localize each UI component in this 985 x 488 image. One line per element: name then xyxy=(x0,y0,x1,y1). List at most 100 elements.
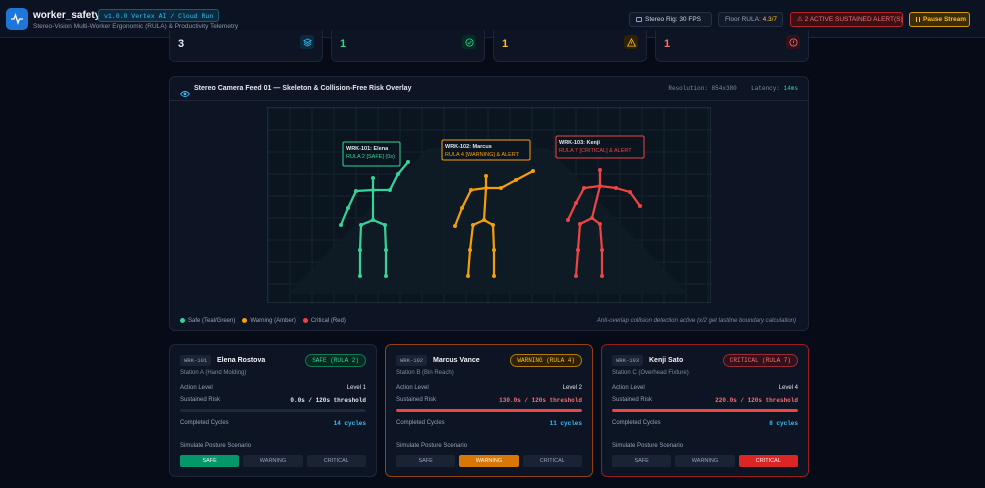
skeleton-joint xyxy=(600,274,604,278)
scenario-safe-button[interactable]: SAFE xyxy=(612,455,672,467)
scenario-warning-button[interactable]: WARNING xyxy=(243,455,303,467)
skeleton-joint xyxy=(466,274,470,278)
skeleton-joint xyxy=(598,168,602,172)
divider xyxy=(170,100,808,101)
overlay-label-status: RULA 4 [WARNING] & ALERT xyxy=(445,152,520,158)
pause-stream-button[interactable]: Pause Stream xyxy=(909,12,970,27)
skeleton-bone xyxy=(339,206,350,227)
skeleton-bone xyxy=(383,223,388,252)
stat-total-workers: 3 xyxy=(178,38,185,50)
action-level-row: Action Level Level 1 xyxy=(180,385,366,391)
warning-triangle-icon: ⚠ xyxy=(797,16,803,23)
stat-card-total: 3 xyxy=(169,30,323,62)
overlay-label-name: WRK-102: Marcus xyxy=(445,144,492,150)
completed-cycles-row: Completed Cycles 14 cycles xyxy=(180,420,366,427)
skeleton-joint xyxy=(574,274,578,278)
completed-cycles-row: Completed Cycles 11 cycles xyxy=(396,420,582,427)
app-subtitle: Stereo-Vision Multi-Worker Ergonomic (RU… xyxy=(33,23,239,30)
worker-id-badge: WRK-102 xyxy=(396,355,428,366)
feed-latency-label: Latency: xyxy=(751,85,780,92)
scenario-buttons: SAFE WARNING CRITICAL xyxy=(612,455,798,467)
skeleton-joint xyxy=(453,224,457,228)
legend-warning: Warning (Amber) xyxy=(242,318,296,324)
skeleton-overlay-svg: WRK-101: Elena RULA 2 [SAFE] (0s) WRK-102:… xyxy=(267,107,712,304)
scenario-critical-button[interactable]: CRITICAL xyxy=(306,455,366,467)
worker-id-badge: WRK-101 xyxy=(180,355,212,366)
skeleton-joint xyxy=(491,223,495,227)
stat-card-critical: 1 xyxy=(655,30,809,62)
overlay-label-status: RULA 7 [CRITICAL] & ALERT xyxy=(559,148,632,154)
stat-warning-count: 1 xyxy=(502,38,509,50)
status-badge: CRITICAL (RULA 7) xyxy=(722,354,798,367)
skeleton-joint xyxy=(371,176,375,180)
sustained-risk-row: Sustained Risk 0.0s / 120s threshold xyxy=(180,397,366,404)
worker-card-wrk-102: WRK-102 Marcus Vance Station B (Bin Reac… xyxy=(385,344,593,477)
skeleton-joint xyxy=(598,222,602,226)
skeleton-joint xyxy=(359,223,363,227)
skeleton-joint xyxy=(482,218,486,222)
skeleton-joint xyxy=(339,223,343,227)
overlay-label-status: RULA 2 [SAFE] (0s) xyxy=(346,154,395,160)
sustained-risk-row: Sustained Risk 130.0s / 120s threshold xyxy=(396,397,582,404)
app-title: worker_safety xyxy=(33,10,101,21)
simulate-label: Simulate Posture Scenario xyxy=(180,443,252,449)
check-circle-icon xyxy=(462,35,476,49)
sustained-risk-bar xyxy=(612,409,798,412)
skeleton-joint xyxy=(358,274,362,278)
skeleton-joint xyxy=(384,274,388,278)
floor-rula-value: 4.3/7 xyxy=(762,16,778,23)
pause-stream-label: Pause Stream xyxy=(923,16,966,23)
skeleton-joint xyxy=(600,248,604,252)
skeleton-bone xyxy=(614,186,632,194)
overlay-label-name: WRK-103: Kenji xyxy=(559,140,600,146)
collision-note: Anti-overlap collision detection active … xyxy=(596,318,796,324)
skeleton-joint xyxy=(354,189,358,193)
camera-feed-panel: Stereo Camera Feed 01 — Skeleton & Colli… xyxy=(169,76,809,331)
skeleton-joint xyxy=(468,248,472,252)
skeleton-bone xyxy=(598,184,618,190)
skeleton-joint xyxy=(471,223,475,227)
fps-label: Stereo Rig: 30 FPS xyxy=(645,16,701,23)
action-level-value: Level 1 xyxy=(346,385,366,391)
version-badge: v1.0.0 Vertex AI / Cloud Run xyxy=(98,9,220,22)
scenario-warning-button[interactable]: WARNING xyxy=(675,455,735,467)
status-badge: WARNING (RULA 4) xyxy=(510,354,582,367)
skeleton-joint xyxy=(383,223,387,227)
scenario-safe-button[interactable]: SAFE xyxy=(180,455,240,467)
stat-card-safe: 1 xyxy=(331,30,485,62)
worker-card-wrk-103: WRK-103 Kenji Sato Station C (Overhead F… xyxy=(601,344,809,477)
sustained-risk-value: 220.0s / 120s threshold xyxy=(715,397,798,404)
scenario-critical-button[interactable]: CRITICAL xyxy=(738,455,798,467)
scenario-warning-button[interactable]: WARNING xyxy=(459,455,519,467)
camera-icon xyxy=(636,16,642,22)
skeleton-canvas[interactable]: WRK-101: Elena RULA 2 [SAFE] (0s) WRK-102:… xyxy=(267,107,712,304)
skeleton-joint xyxy=(499,186,503,190)
alert-circle-icon xyxy=(786,35,800,49)
pause-icon xyxy=(916,16,920,22)
active-alerts-badge[interactable]: ⚠ 2 ACTIVE SUSTAINED ALERT(S) xyxy=(790,12,903,27)
skeleton-joint xyxy=(371,188,375,192)
status-badge: SAFE (RULA 2) xyxy=(305,354,366,367)
sustained-risk-bar xyxy=(180,409,366,412)
skeleton-joint xyxy=(582,186,586,190)
skeleton-joint xyxy=(358,248,362,252)
skeleton-joint xyxy=(574,201,578,205)
skeleton-joint xyxy=(492,274,496,278)
skeleton-joint xyxy=(396,172,400,176)
skeleton-bone xyxy=(354,188,375,193)
worker-station: Station B (Bin Reach) xyxy=(396,370,454,376)
completed-cycles-value: 14 cycles xyxy=(333,420,366,427)
scenario-critical-button[interactable]: CRITICAL xyxy=(522,455,582,467)
action-level-row: Action Level Level 4 xyxy=(612,385,798,391)
completed-cycles-row: Completed Cycles 8 cycles xyxy=(612,420,798,427)
skeleton-joint xyxy=(566,218,570,222)
completed-cycles-value: 11 cycles xyxy=(549,420,582,427)
worker-name: Elena Rostova xyxy=(217,357,266,364)
skeleton-joint xyxy=(346,206,350,210)
worker-name: Kenji Sato xyxy=(649,357,684,364)
scenario-safe-button[interactable]: SAFE xyxy=(396,455,456,467)
layers-icon xyxy=(300,35,314,49)
skeleton-bone xyxy=(582,184,602,190)
worker-card-wrk-101: WRK-101 Elena Rostova Station A (Hand Mo… xyxy=(169,344,377,477)
stat-safe-count: 1 xyxy=(340,38,347,50)
